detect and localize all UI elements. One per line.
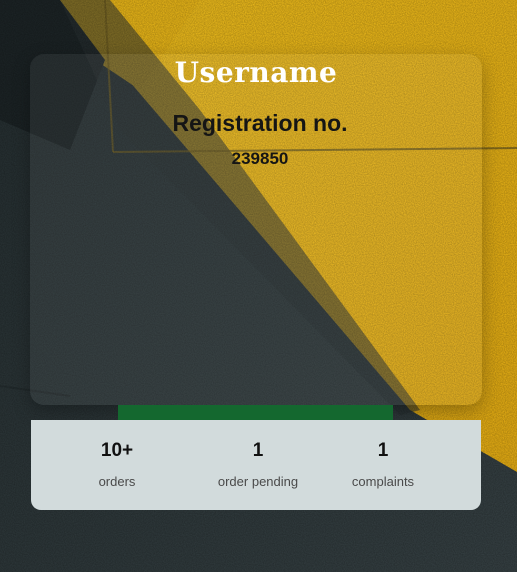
registration-label: Registration no.	[172, 110, 348, 136]
stat-orders: 10+ orders	[42, 420, 192, 510]
username-heading: Username	[174, 56, 338, 89]
stat-complaints-value: 1	[377, 440, 389, 461]
stat-complaints-label: complaints	[351, 474, 415, 489]
stat-orders-label: orders	[98, 474, 136, 489]
accent-bar	[118, 405, 393, 420]
stats-panel: 10+ orders 1 order pending 1 complaints	[31, 420, 481, 510]
profile-card	[30, 54, 482, 405]
registration-number: 239850	[231, 149, 289, 168]
stat-complaints: 1 complaints	[308, 420, 458, 510]
stat-orders-value: 10+	[100, 440, 134, 461]
